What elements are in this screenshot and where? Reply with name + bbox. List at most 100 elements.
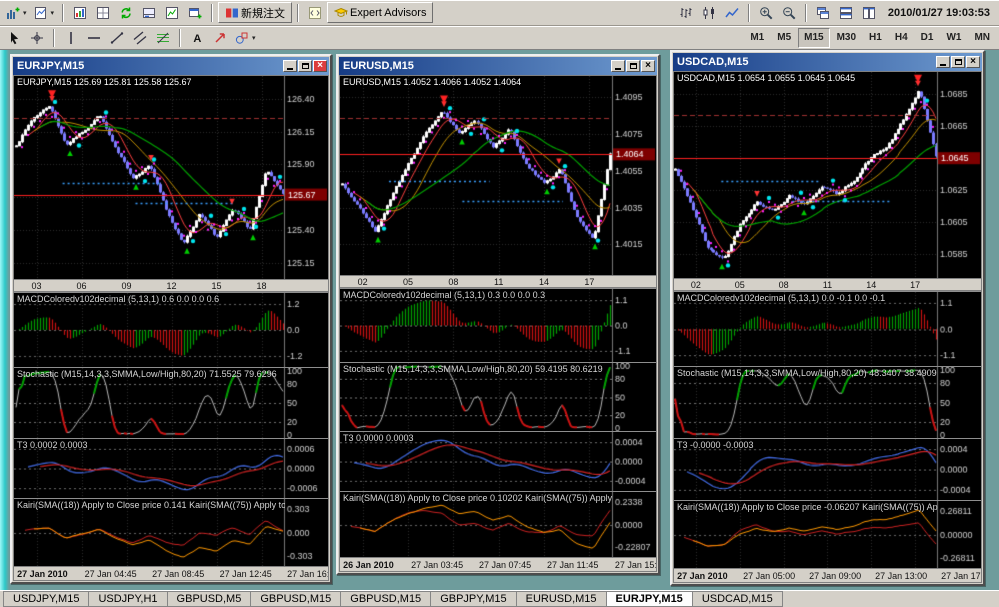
stoch-canvas[interactable] bbox=[674, 367, 981, 439]
window-minimize-button[interactable] bbox=[611, 60, 625, 72]
zoom-out-button[interactable] bbox=[778, 2, 800, 23]
terminal-button[interactable] bbox=[138, 2, 160, 23]
horizontal-line-button[interactable] bbox=[83, 27, 105, 48]
price-chart-canvas[interactable] bbox=[340, 76, 656, 276]
kairi-canvas[interactable] bbox=[340, 491, 656, 557]
drawing-tools-group: A ▾ bbox=[3, 27, 259, 48]
t3-canvas[interactable] bbox=[14, 438, 328, 499]
expert-advisors-button[interactable]: Expert Advisors bbox=[327, 2, 434, 23]
stoch-canvas[interactable] bbox=[14, 367, 328, 438]
tile-vertical-button[interactable] bbox=[858, 2, 880, 23]
restore-icon bbox=[954, 59, 962, 65]
time-scale[interactable]: 03 06 09 12 15 18 bbox=[14, 279, 328, 293]
navigator-button[interactable] bbox=[115, 2, 137, 23]
stoch-canvas[interactable] bbox=[340, 362, 656, 432]
minimize-icon bbox=[940, 63, 946, 66]
chart-tab[interactable]: GBPUSD,M15 bbox=[341, 591, 432, 607]
macd-canvas[interactable] bbox=[14, 293, 328, 367]
shapes-button[interactable]: ▾ bbox=[232, 27, 259, 48]
price-chart-canvas[interactable] bbox=[674, 72, 981, 278]
timeframe-d1-button[interactable]: D1 bbox=[914, 27, 940, 48]
tile-horizontal-button[interactable] bbox=[835, 2, 857, 23]
timeframe-m1-button[interactable]: M1 bbox=[744, 27, 771, 48]
time-tick: 17 bbox=[584, 277, 595, 288]
window-close-button[interactable]: × bbox=[313, 60, 327, 72]
chart-window-titlebar[interactable]: EURJPY,M15 × bbox=[13, 57, 329, 75]
main-toolbar: ▾ ▾ 新規注文 Expert Advisors 2010/01/27 19:03:5… bbox=[0, 0, 999, 26]
chart-bars-button[interactable] bbox=[675, 2, 697, 23]
strategy-tester-icon bbox=[165, 6, 179, 20]
window-restore-button[interactable] bbox=[298, 60, 312, 72]
time-tick: 14 bbox=[866, 279, 877, 290]
chart-tabs: USDJPY,M15 USDJPY,H1 GBPUSD,M5 GBPUSD,M15 GB… bbox=[0, 590, 999, 607]
timeframe-w1-button[interactable]: W1 bbox=[940, 27, 968, 48]
kairi-canvas[interactable] bbox=[14, 499, 328, 567]
chart-tab[interactable]: GBPUSD,M5 bbox=[167, 591, 252, 607]
chart-tab[interactable]: GBPJPY,M15 bbox=[431, 591, 517, 607]
chart-profiles-button[interactable]: ▾ bbox=[31, 2, 58, 23]
minimize-icon bbox=[287, 67, 293, 70]
text-label-button[interactable]: A bbox=[186, 27, 208, 48]
timeframe-h1-button[interactable]: H1 bbox=[863, 27, 888, 48]
date-scale[interactable]: 27 Jan 2010 27 Jan 04:45 27 Jan 08:45 27 Ja… bbox=[14, 566, 328, 581]
chart-tab[interactable]: EURJPY,M15 bbox=[606, 591, 693, 607]
macd-canvas[interactable] bbox=[340, 289, 656, 362]
chart-tab[interactable]: USDJPY,M15 bbox=[3, 591, 90, 607]
chart-tab[interactable]: USDJPY,H1 bbox=[89, 591, 168, 607]
time-scale[interactable]: 02 05 08 11 14 17 bbox=[340, 275, 656, 289]
fibonacci-button[interactable] bbox=[152, 27, 174, 48]
date-tick: 27 Jan 2010 bbox=[17, 569, 68, 580]
time-tick: 18 bbox=[256, 281, 267, 292]
chart-tab[interactable]: GBPUSD,M15 bbox=[251, 591, 342, 607]
restore-icon bbox=[629, 63, 637, 69]
macd-canvas[interactable] bbox=[674, 291, 981, 367]
arrow-tool-button[interactable] bbox=[209, 27, 231, 48]
timeframe-m30-button[interactable]: M30 bbox=[830, 27, 863, 48]
metaeditor-button[interactable] bbox=[304, 2, 326, 23]
timeframe-mn-button[interactable]: MN bbox=[968, 27, 996, 48]
data-window-button[interactable] bbox=[92, 2, 114, 23]
toolbar-separator bbox=[62, 3, 65, 22]
zoom-in-button[interactable] bbox=[755, 2, 777, 23]
channel-button[interactable] bbox=[129, 27, 151, 48]
cursor-button[interactable] bbox=[3, 27, 25, 48]
chart-window-title: USDCAD,M15 bbox=[677, 56, 749, 68]
chart-tab[interactable]: USDCAD,M15 bbox=[692, 591, 783, 607]
new-window-button[interactable] bbox=[184, 2, 206, 23]
t3-canvas[interactable] bbox=[674, 439, 981, 500]
market-watch-button[interactable] bbox=[69, 2, 91, 23]
timeframe-m15-button[interactable]: M15 bbox=[798, 27, 830, 48]
chart-tab[interactable]: EURUSD,M15 bbox=[516, 591, 607, 607]
svg-text:A: A bbox=[193, 33, 201, 45]
timeframe-h4-button[interactable]: H4 bbox=[888, 27, 914, 48]
time-tick: 17 bbox=[910, 279, 921, 290]
time-scale[interactable]: 02 05 08 11 14 17 bbox=[674, 277, 981, 291]
window-close-button[interactable]: × bbox=[966, 56, 980, 68]
chart-window-titlebar[interactable]: EURUSD,M15 × bbox=[339, 57, 657, 75]
new-order-button[interactable]: 新規注文 bbox=[218, 2, 293, 23]
time-tick: 03 bbox=[31, 281, 42, 292]
new-chart-button[interactable]: ▾ bbox=[3, 2, 30, 23]
chart-window-titlebar[interactable]: USDCAD,M15 × bbox=[673, 53, 982, 71]
vertical-line-icon bbox=[64, 31, 78, 45]
chart-candles-button[interactable] bbox=[698, 2, 720, 23]
time-tick: 05 bbox=[402, 277, 414, 288]
window-restore-button[interactable] bbox=[626, 60, 640, 72]
crosshair-button[interactable] bbox=[26, 27, 48, 48]
window-minimize-button[interactable] bbox=[283, 60, 297, 72]
chart-line-button[interactable] bbox=[721, 2, 743, 23]
kairi-canvas[interactable] bbox=[674, 500, 981, 569]
vertical-line-button[interactable] bbox=[60, 27, 82, 48]
t3-canvas[interactable] bbox=[340, 432, 656, 491]
window-close-button[interactable]: × bbox=[641, 60, 655, 72]
price-chart-canvas[interactable] bbox=[14, 76, 328, 280]
cascade-windows-button[interactable] bbox=[812, 2, 834, 23]
date-scale[interactable]: 27 Jan 2010 27 Jan 05:00 27 Jan 09:00 27 Ja… bbox=[674, 568, 981, 583]
window-restore-button[interactable] bbox=[951, 56, 965, 68]
strategy-tester-button[interactable] bbox=[161, 2, 183, 23]
timeframe-m5-button[interactable]: M5 bbox=[771, 27, 798, 48]
date-scale[interactable]: 26 Jan 2010 27 Jan 03:45 27 Jan 07:45 27 Ja… bbox=[340, 556, 656, 571]
date-tick: 27 Jan 13:00 bbox=[875, 571, 928, 582]
window-minimize-button[interactable] bbox=[936, 56, 950, 68]
trendline-button[interactable] bbox=[106, 27, 128, 48]
